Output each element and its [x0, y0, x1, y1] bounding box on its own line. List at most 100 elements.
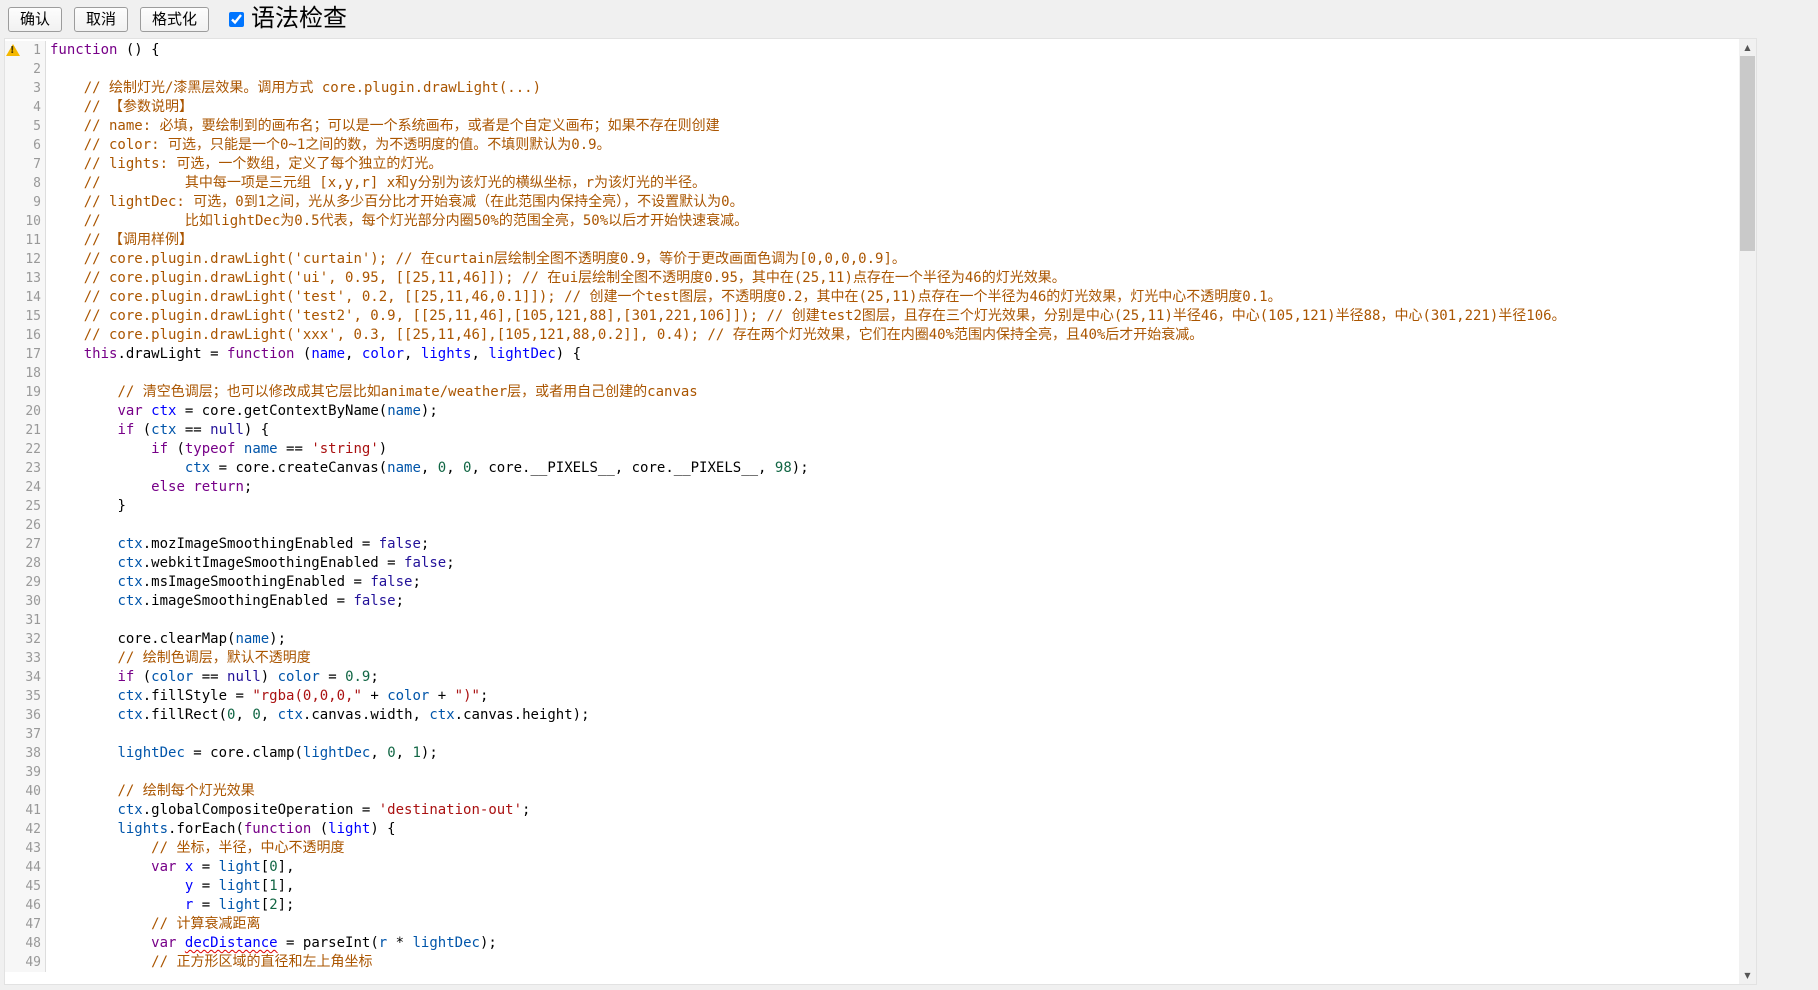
code-line-text[interactable]: lightDec = core.clamp(lightDec, 0, 1);: [46, 744, 1739, 763]
code-line[interactable]: 15 // core.plugin.drawLight('test2', 0.9…: [5, 307, 1739, 326]
code-line-text[interactable]: var x = light[0],: [46, 858, 1739, 877]
code-line-text[interactable]: // 绘制灯光/漆黑层效果。调用方式 core.plugin.drawLight…: [46, 79, 1739, 98]
code-line[interactable]: 36 ctx.fillRect(0, 0, ctx.canvas.width, …: [5, 706, 1739, 725]
code-line-text[interactable]: else return;: [46, 478, 1739, 497]
code-line-text[interactable]: // 其中每一项是三元组 [x,y,r] x和y分别为该灯光的横纵坐标，r为该灯…: [46, 174, 1739, 193]
code-line[interactable]: 21 if (ctx == null) {: [5, 421, 1739, 440]
code-line[interactable]: 23 ctx = core.createCanvas(name, 0, 0, c…: [5, 459, 1739, 478]
code-line[interactable]: 14 // core.plugin.drawLight('test', 0.2,…: [5, 288, 1739, 307]
code-line-text[interactable]: ctx.webkitImageSmoothingEnabled = false;: [46, 554, 1739, 573]
code-line[interactable]: 43 // 坐标，半径，中心不透明度: [5, 839, 1739, 858]
code-line-text[interactable]: // core.plugin.drawLight('curtain'); // …: [46, 250, 1739, 269]
code-line-text[interactable]: // name: 必填，要绘制到的画布名；可以是一个系统画布，或者是个自定义画布…: [46, 117, 1739, 136]
code-line-text[interactable]: ctx.imageSmoothingEnabled = false;: [46, 592, 1739, 611]
code-line-text[interactable]: ctx = core.createCanvas(name, 0, 0, core…: [46, 459, 1739, 478]
code-line-text[interactable]: this.drawLight = function (name, color, …: [46, 345, 1739, 364]
code-line-text[interactable]: // lights: 可选，一个数组，定义了每个独立的灯光。: [46, 155, 1739, 174]
code-line-text[interactable]: // core.plugin.drawLight('xxx', 0.3, [[2…: [46, 326, 1739, 345]
code-line[interactable]: 41 ctx.globalCompositeOperation = 'desti…: [5, 801, 1739, 820]
code-line-text[interactable]: // core.plugin.drawLight('ui', 0.95, [[2…: [46, 269, 1739, 288]
format-button[interactable]: 格式化: [140, 7, 209, 32]
code-line[interactable]: 40 // 绘制每个灯光效果: [5, 782, 1739, 801]
code-line-text[interactable]: r = light[2];: [46, 896, 1739, 915]
code-line[interactable]: 10 // 比如lightDec为0.5代表，每个灯光部分内圈50%的范围全亮，…: [5, 212, 1739, 231]
code-line[interactable]: 13 // core.plugin.drawLight('ui', 0.95, …: [5, 269, 1739, 288]
code-line-text[interactable]: // lightDec: 可选，0到1之间，光从多少百分比才开始衰减（在此范围内…: [46, 193, 1739, 212]
code-line[interactable]: 48 var decDistance = parseInt(r * lightD…: [5, 934, 1739, 953]
code-line[interactable]: 2: [5, 60, 1739, 79]
syntax-check-checkbox[interactable]: [229, 12, 244, 27]
code-line-text[interactable]: // color: 可选，只能是一个0~1之间的数，为不透明度的值。不填则默认为…: [46, 136, 1739, 155]
code-line[interactable]: 5 // name: 必填，要绘制到的画布名；可以是一个系统画布，或者是个自定义…: [5, 117, 1739, 136]
code-line-text[interactable]: ctx.fillRect(0, 0, ctx.canvas.width, ctx…: [46, 706, 1739, 725]
code-line[interactable]: 42 lights.forEach(function (light) {: [5, 820, 1739, 839]
code-line-text[interactable]: y = light[1],: [46, 877, 1739, 896]
code-line[interactable]: 39: [5, 763, 1739, 782]
code-line[interactable]: 22 if (typeof name == 'string'): [5, 440, 1739, 459]
code-line-text[interactable]: // 绘制每个灯光效果: [46, 782, 1739, 801]
code-line-text[interactable]: if (color == null) color = 0.9;: [46, 668, 1739, 687]
code-line-text[interactable]: ctx.fillStyle = "rgba(0,0,0," + color + …: [46, 687, 1739, 706]
scrollbar-thumb[interactable]: [1740, 56, 1755, 251]
code-line[interactable]: 25 }: [5, 497, 1739, 516]
code-line-text[interactable]: // 正方形区域的直径和左上角坐标: [46, 953, 1739, 972]
code-line[interactable]: 27 ctx.mozImageSmoothingEnabled = false;: [5, 535, 1739, 554]
code-line-text[interactable]: // core.plugin.drawLight('test2', 0.9, […: [46, 307, 1739, 326]
code-line[interactable]: 38 lightDec = core.clamp(lightDec, 0, 1)…: [5, 744, 1739, 763]
code-line[interactable]: 7 // lights: 可选，一个数组，定义了每个独立的灯光。: [5, 155, 1739, 174]
code-line-text[interactable]: ctx.globalCompositeOperation = 'destinat…: [46, 801, 1739, 820]
code-line[interactable]: 32 core.clearMap(name);: [5, 630, 1739, 649]
code-line[interactable]: 6 // color: 可选，只能是一个0~1之间的数，为不透明度的值。不填则默…: [5, 136, 1739, 155]
code-line[interactable]: 31: [5, 611, 1739, 630]
code-line-text[interactable]: // 【参数说明】: [46, 98, 1739, 117]
code-line[interactable]: 19 // 清空色调层；也可以修改成其它层比如animate/weather层，…: [5, 383, 1739, 402]
code-line[interactable]: 46 r = light[2];: [5, 896, 1739, 915]
code-line[interactable]: 37: [5, 725, 1739, 744]
code-line-text[interactable]: ctx.mozImageSmoothingEnabled = false;: [46, 535, 1739, 554]
code-line[interactable]: 1function () {: [5, 41, 1739, 60]
code-line-text[interactable]: // 计算衰减距离: [46, 915, 1739, 934]
code-line[interactable]: 29 ctx.msImageSmoothingEnabled = false;: [5, 573, 1739, 592]
code-line[interactable]: 49 // 正方形区域的直径和左上角坐标: [5, 953, 1739, 972]
code-line-text[interactable]: var decDistance = parseInt(r * lightDec)…: [46, 934, 1739, 953]
confirm-button[interactable]: 确认: [8, 7, 62, 32]
code-line[interactable]: 30 ctx.imageSmoothingEnabled = false;: [5, 592, 1739, 611]
code-line[interactable]: 44 var x = light[0],: [5, 858, 1739, 877]
code-line[interactable]: 18: [5, 364, 1739, 383]
code-line-text[interactable]: lights.forEach(function (light) {: [46, 820, 1739, 839]
code-line[interactable]: 24 else return;: [5, 478, 1739, 497]
code-line-text[interactable]: // 坐标，半径，中心不透明度: [46, 839, 1739, 858]
code-line-text[interactable]: // 清空色调层；也可以修改成其它层比如animate/weather层，或者用…: [46, 383, 1739, 402]
scroll-down-icon[interactable]: ▼: [1739, 967, 1756, 984]
code-line[interactable]: 4 // 【参数说明】: [5, 98, 1739, 117]
code-line-text[interactable]: // 比如lightDec为0.5代表，每个灯光部分内圈50%的范围全亮，50%…: [46, 212, 1739, 231]
code-lines[interactable]: 1function () {23 // 绘制灯光/漆黑层效果。调用方式 core…: [5, 39, 1739, 984]
code-line[interactable]: 28 ctx.webkitImageSmoothingEnabled = fal…: [5, 554, 1739, 573]
scroll-up-icon[interactable]: ▲: [1739, 39, 1756, 56]
code-line[interactable]: 34 if (color == null) color = 0.9;: [5, 668, 1739, 687]
code-line-text[interactable]: ctx.msImageSmoothingEnabled = false;: [46, 573, 1739, 592]
code-line[interactable]: 3 // 绘制灯光/漆黑层效果。调用方式 core.plugin.drawLig…: [5, 79, 1739, 98]
code-line[interactable]: 16 // core.plugin.drawLight('xxx', 0.3, …: [5, 326, 1739, 345]
code-line[interactable]: 20 var ctx = core.getContextByName(name)…: [5, 402, 1739, 421]
code-line[interactable]: 26: [5, 516, 1739, 535]
code-line-text[interactable]: function () {: [46, 41, 1739, 60]
code-line[interactable]: 35 ctx.fillStyle = "rgba(0,0,0," + color…: [5, 687, 1739, 706]
code-line-text[interactable]: core.clearMap(name);: [46, 630, 1739, 649]
code-line-text[interactable]: }: [46, 497, 1739, 516]
code-line-text[interactable]: // core.plugin.drawLight('test', 0.2, [[…: [46, 288, 1739, 307]
code-line[interactable]: 11 // 【调用样例】: [5, 231, 1739, 250]
code-editor[interactable]: 1function () {23 // 绘制灯光/漆黑层效果。调用方式 core…: [4, 38, 1757, 985]
code-line[interactable]: 9 // lightDec: 可选，0到1之间，光从多少百分比才开始衰减（在此范…: [5, 193, 1739, 212]
code-line-text[interactable]: // 绘制色调层，默认不透明度: [46, 649, 1739, 668]
code-line[interactable]: 8 // 其中每一项是三元组 [x,y,r] x和y分别为该灯光的横纵坐标，r为…: [5, 174, 1739, 193]
code-line[interactable]: 33 // 绘制色调层，默认不透明度: [5, 649, 1739, 668]
code-line-text[interactable]: // 【调用样例】: [46, 231, 1739, 250]
code-line-text[interactable]: if (ctx == null) {: [46, 421, 1739, 440]
code-line[interactable]: 47 // 计算衰减距离: [5, 915, 1739, 934]
code-line-text[interactable]: var ctx = core.getContextByName(name);: [46, 402, 1739, 421]
cancel-button[interactable]: 取消: [74, 7, 128, 32]
code-line-text[interactable]: if (typeof name == 'string'): [46, 440, 1739, 459]
code-line[interactable]: 12 // core.plugin.drawLight('curtain'); …: [5, 250, 1739, 269]
code-line[interactable]: 17 this.drawLight = function (name, colo…: [5, 345, 1739, 364]
